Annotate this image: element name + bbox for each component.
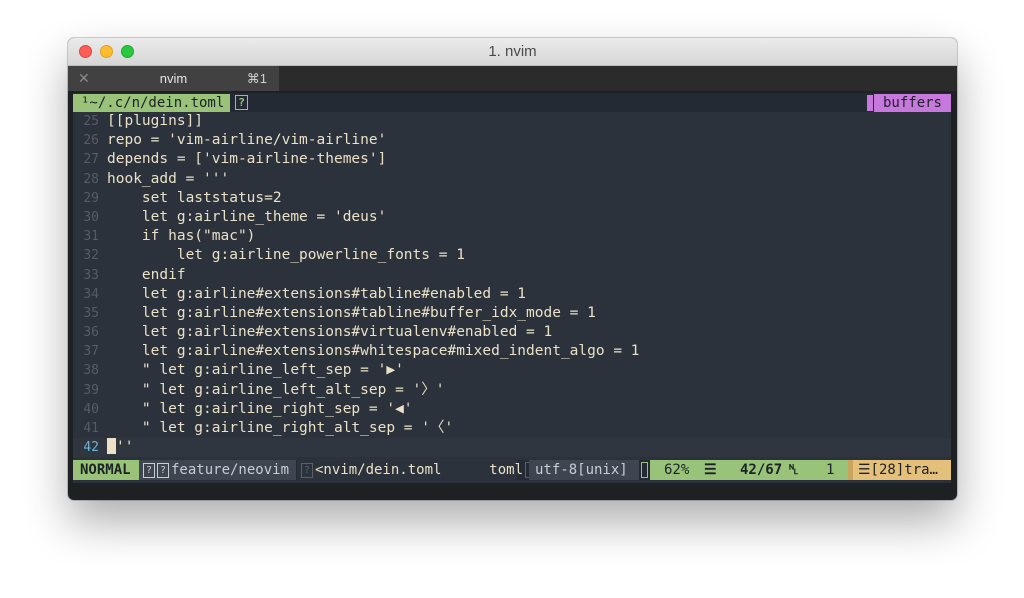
code-line: 27 depends = ['vim-airline-themes']: [73, 150, 951, 169]
current-line-text: '': [107, 438, 133, 457]
line-number: 40: [83, 401, 99, 417]
terminal-tab-bar: nvim ✕ ⌘1: [68, 66, 957, 91]
line-number: 32: [83, 248, 99, 264]
line-text: [[plugins]]: [107, 113, 204, 129]
line-number: 35: [83, 305, 99, 321]
line-text: let g:airline#extensions#virtualenv#enab…: [107, 324, 553, 341]
line-text: endif: [107, 266, 186, 283]
terminal-window: 1. nvim nvim ✕ ⌘1 ¹~/.c/n/dein.toml ? bu…: [68, 38, 957, 500]
terminal-tab-nvim[interactable]: nvim ✕ ⌘1: [68, 66, 279, 91]
git-branch-section: ?? feature/neovim: [139, 460, 296, 480]
code-line: 31 if has("mac"): [73, 227, 951, 246]
code-line: 28 hook_add = ''': [73, 170, 951, 189]
position-section: 62% ☰ 42/67 ␤ 1: [650, 460, 848, 480]
file-path: <nvim/dein.toml: [315, 462, 442, 478]
line-text: hook_add = ''': [107, 170, 230, 187]
scroll-percent: 62%: [664, 462, 690, 478]
code-line: 33 endif: [73, 266, 951, 285]
title-bar: 1. nvim: [68, 38, 957, 66]
line-text: " let g:airline_left_sep = '▶': [107, 362, 404, 379]
line-number: 31: [83, 229, 99, 245]
line-text: depends = ['vim-airline-themes']: [107, 151, 387, 168]
code-line: 40 " let g:airline_right_sep = '◀': [73, 400, 951, 419]
line-number: 28: [83, 171, 99, 187]
line-position: 42/67: [740, 462, 783, 478]
vim-statusline: NORMAL ?? feature/neovim ? <nvim/dein.toml…: [73, 460, 951, 480]
current-code-line: 42 '': [73, 438, 951, 458]
text-cursor: [107, 438, 116, 455]
code-line: 37 let g:airline#extensions#whitespace#m…: [73, 342, 951, 361]
code-line: 26 repo = 'vim-airline/vim-airline': [73, 131, 951, 150]
line-text: " let g:airline_left_alt_sep = '〉': [107, 381, 445, 398]
code-line: 29 set laststatus=2: [73, 189, 951, 208]
tabline-buffer-dein-toml[interactable]: ¹~/.c/n/dein.toml: [73, 94, 231, 112]
code-line: 41 " let g:airline_right_alt_sep = '〈': [73, 419, 951, 438]
code-line: 30 let g:airline_theme = 'deus': [73, 208, 951, 227]
line-number: 34: [83, 286, 99, 302]
line-number-glyph-icon: ␤: [788, 462, 800, 478]
code-line: 38 " let g:airline_left_sep = '▶': [73, 361, 951, 380]
code-line: 39 " let g:airline_left_alt_sep = '〉': [73, 381, 951, 400]
vim-tabline: ¹~/.c/n/dein.toml ? buffers: [73, 93, 951, 112]
line-text: let g:airline#extensions#tabline#buffer_…: [107, 304, 596, 321]
line-text: let g:airline_theme = 'deus': [107, 208, 387, 225]
file-glyph-icon: ?: [301, 463, 313, 478]
code-line: 35 let g:airline#extensions#tabline#buff…: [73, 304, 951, 323]
line-number: 36: [83, 325, 99, 341]
current-line-content: '': [116, 439, 134, 456]
line-text: " let g:airline_right_alt_sep = '〈': [107, 420, 454, 436]
current-line-number: 42: [83, 440, 99, 456]
window-title: 1. nvim: [488, 43, 537, 60]
tab-shortcut: ⌘1: [246, 71, 267, 86]
menu-glyph-icon: ☰: [704, 462, 717, 478]
branch-glyph-icon-2: ?: [157, 463, 169, 478]
code-lines: 25 [[plugins]] 26 repo = 'vim-airline/vim-…: [73, 112, 951, 458]
tab-close-icon[interactable]: ✕: [78, 66, 90, 91]
code-line: 36 let g:airline#extensions#virtualenv#e…: [73, 323, 951, 342]
line-text: " let g:airline_right_sep = '◀': [107, 400, 413, 417]
line-text: repo = 'vim-airline/vim-airline': [107, 132, 387, 149]
code-line: 25 [[plugins]]: [73, 112, 951, 131]
line-number: 27: [83, 152, 99, 168]
tabline-unknown-glyph-icon: ?: [235, 95, 248, 110]
line-number: 26: [83, 133, 99, 149]
column-number: 1: [826, 462, 835, 478]
vim-editor[interactable]: ¹~/.c/n/dein.toml ? buffers 25 [[plugins]…: [73, 93, 951, 483]
line-text: set laststatus=2: [107, 189, 282, 206]
branch-glyph-icon: ?: [143, 463, 155, 478]
line-number: 38: [83, 363, 99, 379]
line-number: 30: [83, 209, 99, 225]
line-number: 39: [83, 382, 99, 398]
line-text: let g:airline_powerline_fonts = 1: [107, 247, 465, 264]
command-line[interactable]: [73, 480, 951, 483]
line-text: let g:airline#extensions#whitespace#mixe…: [107, 343, 640, 360]
code-line: 32 let g:airline_powerline_fonts = 1: [73, 246, 951, 265]
line-text: if has("mac"): [107, 228, 256, 245]
line-number: 41: [83, 421, 99, 436]
separator-glyph-icon-2: [641, 462, 648, 478]
file-encoding: utf-8[unix]: [529, 460, 639, 480]
git-branch: feature/neovim: [171, 462, 290, 478]
line-number: 25: [83, 114, 99, 129]
line-text: let g:airline#extensions#tabline#enabled…: [107, 285, 527, 302]
line-number: 37: [83, 344, 99, 360]
filetype: toml: [489, 462, 523, 478]
code-line: 34 let g:airline#extensions#tabline#enab…: [73, 285, 951, 304]
trailing-whitespace-warning: ☰[28]tra…: [853, 460, 951, 480]
line-number: 29: [83, 190, 99, 206]
line-number: 33: [83, 267, 99, 283]
mode-indicator: NORMAL: [73, 460, 139, 480]
tabline-buffers-label: buffers: [873, 94, 951, 112]
